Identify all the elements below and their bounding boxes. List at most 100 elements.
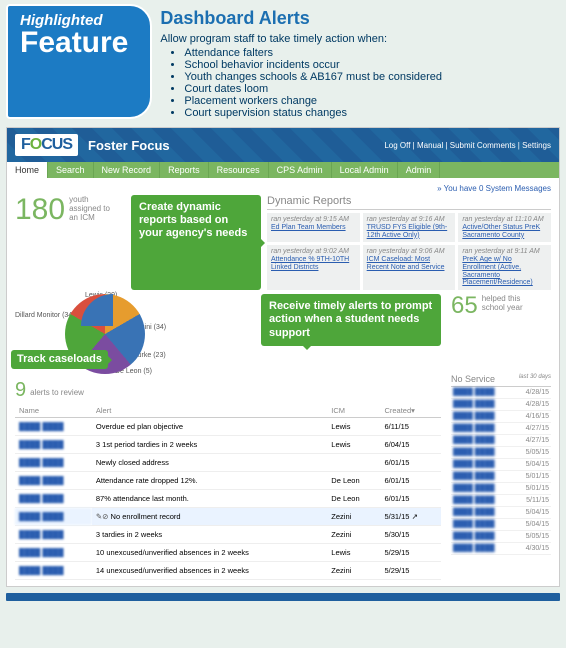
service-student[interactable]: ████ ████: [451, 531, 514, 543]
alert-icm: Zezini: [327, 562, 380, 580]
service-date: 4/16/15: [514, 411, 552, 423]
alert-icm: Lewis: [327, 418, 380, 436]
service-student[interactable]: ████ ████: [451, 543, 514, 555]
app-header: FOCUS Foster Focus Log Off | Manual | Su…: [7, 128, 559, 162]
alert-icm: [327, 454, 380, 472]
alert-student[interactable]: ████ ████: [15, 526, 92, 544]
service-student[interactable]: ████ ████: [451, 459, 514, 471]
service-row[interactable]: ████ ████4/27/15: [451, 435, 551, 447]
alert-student[interactable]: ████ ████: [15, 472, 92, 490]
service-student[interactable]: ████ ████: [451, 471, 514, 483]
alerts-col[interactable]: ICM: [327, 404, 380, 418]
alert-student[interactable]: ████ ████: [15, 454, 92, 472]
alert-student[interactable]: ████ ████: [15, 562, 92, 580]
report-card: ran yesterday at 9:06 AMICM Caseload: Mo…: [363, 245, 456, 290]
alert-text: ✎⊘ No enrollment record: [92, 508, 327, 526]
alert-student[interactable]: ████ ████: [15, 490, 92, 508]
service-row[interactable]: ████ ████4/28/15: [451, 399, 551, 411]
alert-date: 5/29/15: [380, 562, 441, 580]
tab-resources[interactable]: Resources: [209, 162, 269, 178]
report-link[interactable]: Attendance % 9TH-10TH Linked Districts: [271, 256, 356, 271]
alert-row[interactable]: ████ ████10 unexcused/unverified absence…: [15, 544, 441, 562]
alert-row[interactable]: ████ ████Newly closed address6/01/15: [15, 454, 441, 472]
alerts-col[interactable]: Created▾: [380, 404, 441, 418]
tab-cps-admin[interactable]: CPS Admin: [269, 162, 332, 178]
reports-title: Dynamic Reports: [267, 195, 551, 210]
alerts-col[interactable]: Alert: [92, 404, 327, 418]
util-link[interactable]: Settings: [522, 141, 551, 150]
service-date: 4/27/15: [514, 435, 552, 447]
report-link[interactable]: TRUSD FYS Eligible (9th-12th Active Only…: [367, 224, 452, 239]
service-student[interactable]: ████ ████: [451, 387, 514, 399]
service-row[interactable]: ████ ████5/05/15: [451, 447, 551, 459]
alerts-panel: 9 alerts to review NameAlertICMCreated▾ …: [15, 380, 441, 580]
service-student[interactable]: ████ ████: [451, 519, 514, 531]
tab-new-record[interactable]: New Record: [94, 162, 161, 178]
alert-student[interactable]: ████ ████: [15, 508, 92, 526]
service-student[interactable]: ████ ████: [451, 411, 514, 423]
feature-bullet: Attendance falters: [184, 47, 442, 59]
alert-row[interactable]: ████ ████Attendance rate dropped 12%.De …: [15, 472, 441, 490]
alert-row[interactable]: ████ ████✎⊘ No enrollment recordZezini5/…: [15, 508, 441, 526]
service-row[interactable]: ████ ████5/11/15: [451, 495, 551, 507]
no-service-panel: No Servicelast 30 days ████ ████4/28/15█…: [451, 374, 551, 555]
report-link[interactable]: Ed Plan Team Members: [271, 224, 356, 232]
alert-text: Overdue ed plan objective: [92, 418, 327, 436]
app-logo: FOCUS: [15, 134, 78, 156]
youth-count: 180: [15, 195, 65, 225]
feature-bullet: Court dates loom: [184, 83, 442, 95]
service-student[interactable]: ████ ████: [451, 423, 514, 435]
service-student[interactable]: ████ ████: [451, 507, 514, 519]
alert-row[interactable]: ████ ████14 unexcused/unverified absence…: [15, 562, 441, 580]
service-row[interactable]: ████ ████4/28/15: [451, 387, 551, 399]
service-row[interactable]: ████ ████5/04/15: [451, 459, 551, 471]
report-link[interactable]: Active/Other Status PreK Sacramento Coun…: [462, 224, 547, 239]
service-date: 4/28/15: [514, 399, 552, 411]
service-row[interactable]: ████ ████4/27/15: [451, 423, 551, 435]
footer-bar: [6, 593, 560, 601]
tab-admin[interactable]: Admin: [398, 162, 441, 178]
tab-reports[interactable]: Reports: [160, 162, 209, 178]
alert-student[interactable]: ████ ████: [15, 436, 92, 454]
service-student[interactable]: ████ ████: [451, 435, 514, 447]
alert-date: 5/30/15: [380, 526, 441, 544]
alert-row[interactable]: ████ ████87% attendance last month.De Le…: [15, 490, 441, 508]
alert-icm: De Leon: [327, 472, 380, 490]
system-messages-link[interactable]: » You have 0 System Messages: [15, 184, 551, 193]
report-card: ran yesterday at 11:10 AMActive/Other St…: [458, 213, 551, 242]
app-window: FOCUS Foster Focus Log Off | Manual | Su…: [6, 127, 560, 587]
report-link[interactable]: PreK Age w/ No Enrollment (Active, Sacra…: [462, 256, 547, 287]
util-link[interactable]: Manual: [417, 141, 443, 150]
alert-icm: De Leon: [327, 490, 380, 508]
alert-row[interactable]: ████ ████3 1st period tardies in 2 weeks…: [15, 436, 441, 454]
service-row[interactable]: ████ ████4/16/15: [451, 411, 551, 423]
tab-search[interactable]: Search: [48, 162, 94, 178]
alert-date: 6/01/15: [380, 454, 441, 472]
service-student[interactable]: ████ ████: [451, 399, 514, 411]
report-link[interactable]: ICM Caseload: Most Recent Note and Servi…: [367, 256, 452, 271]
service-row[interactable]: ████ ████5/04/15: [451, 519, 551, 531]
service-row[interactable]: ████ ████5/05/15: [451, 531, 551, 543]
util-link[interactable]: Submit Comments: [450, 141, 516, 150]
tab-local-admin[interactable]: Local Admin: [332, 162, 398, 178]
caseloads-chart: Lewis (29)Dillard Monitor (34)Zezini (34…: [15, 294, 195, 374]
service-student[interactable]: ████ ████: [451, 447, 514, 459]
service-row[interactable]: ████ ████5/01/15: [451, 471, 551, 483]
service-student[interactable]: ████ ████: [451, 495, 514, 507]
alert-row[interactable]: ████ ████3 tardies in 2 weeksZezini5/30/…: [15, 526, 441, 544]
cursor-icon: ↗: [412, 512, 418, 521]
alert-student[interactable]: ████ ████: [15, 544, 92, 562]
service-date: 5/05/15: [514, 447, 552, 459]
tab-home[interactable]: Home: [7, 162, 48, 178]
alert-student[interactable]: ████ ████: [15, 418, 92, 436]
service-date: 5/01/15: [514, 483, 552, 495]
service-row[interactable]: ████ ████5/04/15: [451, 507, 551, 519]
alerts-col[interactable]: Name: [15, 404, 92, 418]
alert-row[interactable]: ████ ████Overdue ed plan objectiveLewis6…: [15, 418, 441, 436]
service-row[interactable]: ████ ████4/30/15: [451, 543, 551, 555]
service-date: 4/30/15: [514, 543, 552, 555]
feature-bullet: Court supervision status changes: [184, 107, 442, 119]
util-link[interactable]: Log Off: [384, 141, 410, 150]
service-row[interactable]: ████ ████5/01/15: [451, 483, 551, 495]
service-student[interactable]: ████ ████: [451, 483, 514, 495]
